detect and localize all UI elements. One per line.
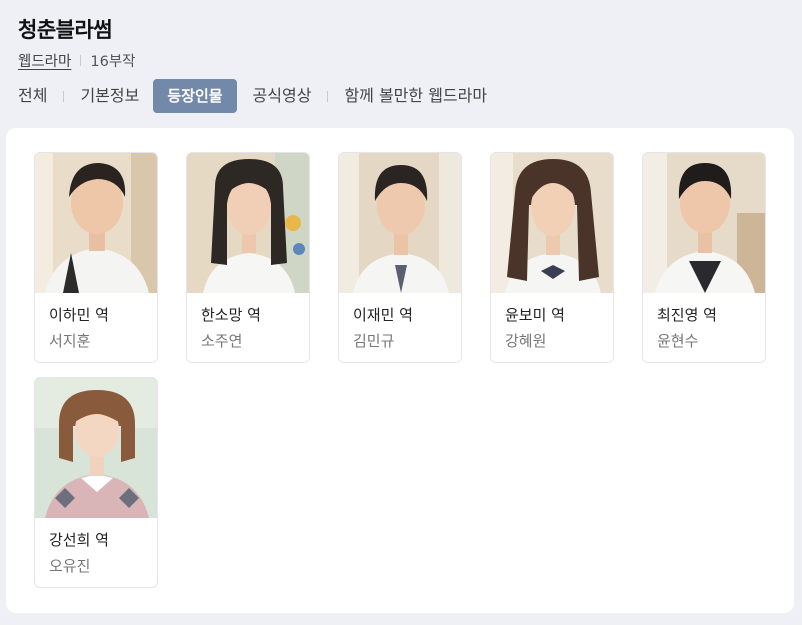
actor-name: 소주연: [201, 332, 243, 350]
role-name: 강선희 역: [49, 531, 109, 549]
cast-photo: [35, 378, 157, 518]
divider: [63, 90, 65, 102]
tab-bar: 전체 기본정보 등장인물 공식영상 함께 볼만한 웹드라마: [18, 79, 487, 113]
actor-name: 서지훈: [49, 332, 91, 350]
cast-photo: [339, 153, 461, 293]
role-name: 이하민 역: [49, 306, 109, 324]
cast-photo: [35, 153, 157, 293]
tab-cast[interactable]: 등장인물: [153, 79, 237, 113]
drama-meta: 웹드라마 16부작: [18, 50, 136, 71]
tab-all[interactable]: 전체: [18, 79, 47, 113]
cast-panel: 이하민 역 서지훈 한소망 역 소주연 이재민 역 김민규 윤보미 역 강혜원 …: [6, 128, 794, 613]
cast-card[interactable]: 이하민 역 서지훈: [34, 152, 158, 363]
genre-link[interactable]: 웹드라마: [18, 50, 71, 71]
cast-card[interactable]: 한소망 역 소주연: [186, 152, 310, 363]
cast-card[interactable]: 윤보미 역 강혜원: [490, 152, 614, 363]
cast-photo: [491, 153, 613, 293]
actor-name: 김민규: [353, 332, 395, 350]
actor-name: 윤현수: [657, 332, 699, 350]
cast-card[interactable]: 최진영 역 윤현수: [642, 152, 766, 363]
tab-related-dramas[interactable]: 함께 볼만한 웹드라마: [344, 79, 487, 113]
role-name: 윤보미 역: [505, 306, 565, 324]
page-title: 청춘블라썸: [18, 18, 113, 42]
tab-official-videos[interactable]: 공식영상: [253, 79, 312, 113]
cast-card[interactable]: 강선희 역 오유진: [34, 377, 158, 588]
cast-photo: [187, 153, 309, 293]
role-name: 이재민 역: [353, 306, 413, 324]
episode-count: 16부작: [90, 54, 136, 70]
divider: [80, 55, 82, 66]
tab-basic-info[interactable]: 기본정보: [80, 79, 139, 113]
actor-name: 오유진: [49, 557, 91, 575]
cast-card[interactable]: 이재민 역 김민규: [338, 152, 462, 363]
role-name: 최진영 역: [657, 306, 717, 324]
role-name: 한소망 역: [201, 306, 261, 324]
divider: [327, 90, 329, 102]
cast-photo: [643, 153, 765, 293]
actor-name: 강혜원: [505, 332, 547, 350]
